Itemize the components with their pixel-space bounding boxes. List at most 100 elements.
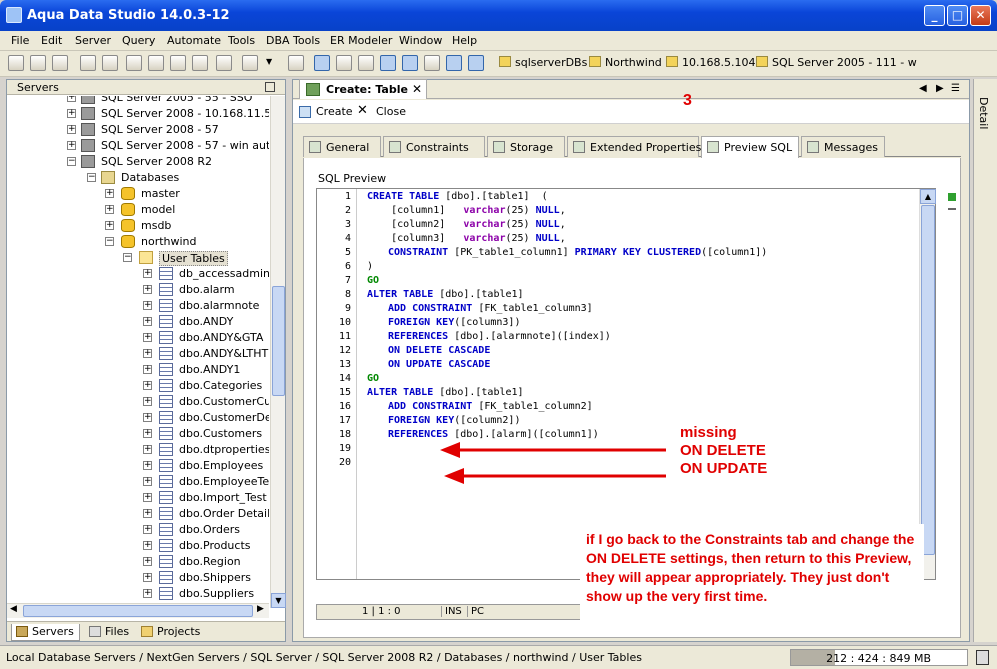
menu-help[interactable]: Help bbox=[452, 34, 477, 47]
tree-horizontal-scrollbar[interactable]: ◀ ▶ bbox=[7, 603, 269, 618]
tab-messages[interactable]: Messages bbox=[801, 136, 885, 157]
tab-prev-icon[interactable]: ◀ bbox=[919, 83, 927, 94]
scroll-down-icon[interactable]: ▼ bbox=[271, 593, 286, 608]
expand-icon[interactable]: + bbox=[143, 413, 152, 422]
tab-storage[interactable]: Storage bbox=[487, 136, 565, 157]
query-window-icon[interactable] bbox=[126, 55, 142, 71]
tab-next-icon[interactable]: ▶ bbox=[936, 83, 944, 94]
scrollbar-thumb[interactable] bbox=[272, 286, 285, 396]
minimize-button[interactable]: _ bbox=[924, 5, 945, 26]
menu-automate[interactable]: Automate bbox=[167, 34, 221, 47]
expand-icon[interactable]: + bbox=[143, 317, 152, 326]
close-button[interactable]: Close bbox=[376, 105, 406, 118]
expand-icon[interactable]: + bbox=[143, 365, 152, 374]
layout-icon[interactable] bbox=[314, 55, 330, 71]
expand-icon[interactable]: + bbox=[67, 141, 76, 150]
expand-icon[interactable]: + bbox=[143, 285, 152, 294]
sql-editor[interactable]: 1 2 3 4 5 6 7 8 9 10 11 12 13 14 15 16 1… bbox=[316, 188, 936, 580]
scroll-left-icon[interactable]: ◀ bbox=[10, 604, 17, 614]
collapse-icon[interactable]: − bbox=[123, 253, 132, 262]
expand-icon[interactable]: + bbox=[67, 125, 76, 134]
menu-er-modeler[interactable]: ER Modeler bbox=[330, 34, 392, 47]
scrollbar-thumb[interactable] bbox=[921, 205, 935, 555]
detail-sidebar[interactable]: Detail bbox=[973, 79, 997, 642]
collapse-icon[interactable]: − bbox=[105, 237, 114, 246]
menu-edit[interactable]: Edit bbox=[41, 34, 62, 47]
connection-ip[interactable]: 10.168.5.104 bbox=[666, 56, 755, 69]
expand-icon[interactable]: + bbox=[143, 589, 152, 598]
create-icon[interactable] bbox=[299, 106, 311, 118]
open-icon[interactable] bbox=[52, 55, 68, 71]
connection-sqlserverdbs[interactable]: sqlserverDBs bbox=[499, 56, 587, 69]
connection-northwind[interactable]: Northwind bbox=[589, 56, 662, 69]
collapse-icon[interactable]: − bbox=[87, 173, 96, 182]
expand-icon[interactable]: + bbox=[143, 445, 152, 454]
expand-icon[interactable]: + bbox=[105, 221, 114, 230]
expand-icon[interactable]: + bbox=[143, 477, 152, 486]
query-analyzer-icon[interactable] bbox=[148, 55, 164, 71]
create-button[interactable]: Create bbox=[316, 105, 353, 118]
expand-icon[interactable]: + bbox=[143, 349, 152, 358]
document-tab-create-table[interactable]: Create: Table ✕ bbox=[299, 79, 427, 99]
expand-icon[interactable]: + bbox=[143, 397, 152, 406]
scroll-right-icon[interactable]: ▶ bbox=[257, 604, 264, 614]
split-view-icon[interactable] bbox=[336, 55, 352, 71]
expand-icon[interactable]: + bbox=[143, 573, 152, 582]
expand-icon[interactable]: + bbox=[143, 269, 152, 278]
new-file-icon[interactable] bbox=[8, 55, 24, 71]
panel-view-icon[interactable] bbox=[358, 55, 374, 71]
restore-panel-icon[interactable] bbox=[265, 82, 275, 92]
tile-view-icon[interactable] bbox=[402, 55, 418, 71]
expand-icon[interactable]: + bbox=[67, 96, 76, 102]
tab-projects[interactable]: Projects bbox=[137, 624, 205, 641]
expand-icon[interactable]: + bbox=[67, 109, 76, 118]
print-icon[interactable] bbox=[288, 55, 304, 71]
list-view-icon[interactable] bbox=[424, 55, 440, 71]
scroll-up-icon[interactable]: ▲ bbox=[920, 189, 936, 204]
expand-icon[interactable]: + bbox=[143, 509, 152, 518]
tab-extended-properties[interactable]: Extended Properties bbox=[567, 136, 701, 157]
register-server-icon[interactable] bbox=[80, 55, 96, 71]
collapse-icon[interactable]: − bbox=[67, 157, 76, 166]
expand-icon[interactable]: + bbox=[143, 493, 152, 502]
menu-window[interactable]: Window bbox=[399, 34, 442, 47]
menu-query[interactable]: Query bbox=[122, 34, 155, 47]
tree-vertical-scrollbar[interactable]: ▼ bbox=[270, 96, 286, 608]
tab-list-icon[interactable]: ☰ bbox=[951, 83, 960, 94]
menu-file[interactable]: File bbox=[11, 34, 29, 47]
expand-icon[interactable]: + bbox=[143, 301, 152, 310]
detail-view-icon[interactable] bbox=[446, 55, 462, 71]
expand-icon[interactable]: + bbox=[143, 541, 152, 550]
expand-icon[interactable]: + bbox=[105, 205, 114, 214]
chart-view-icon[interactable] bbox=[468, 55, 484, 71]
connection-sql-server-2005[interactable]: SQL Server 2005 - 111 - w bbox=[756, 56, 917, 69]
compare-icon[interactable] bbox=[216, 55, 232, 71]
tab-preview-sql[interactable]: Preview SQL bbox=[701, 136, 799, 158]
expand-icon[interactable]: + bbox=[143, 461, 152, 470]
editor-vertical-scrollbar[interactable]: ▲ bbox=[919, 189, 936, 579]
scrollbar-thumb[interactable] bbox=[23, 605, 253, 617]
tab-general[interactable]: General bbox=[303, 136, 381, 157]
close-icon[interactable]: ✕ bbox=[357, 103, 368, 118]
tab-servers[interactable]: Servers bbox=[11, 624, 80, 641]
expand-icon[interactable]: + bbox=[143, 525, 152, 534]
new-query-icon[interactable] bbox=[30, 55, 46, 71]
menu-tools[interactable]: Tools bbox=[228, 34, 255, 47]
expand-icon[interactable]: + bbox=[105, 189, 114, 198]
trash-icon[interactable] bbox=[976, 650, 989, 665]
menu-dba-tools[interactable]: DBA Tools bbox=[266, 34, 320, 47]
schema-icon[interactable] bbox=[192, 55, 208, 71]
close-window-button[interactable]: ✕ bbox=[970, 5, 991, 26]
script-icon[interactable] bbox=[242, 55, 258, 71]
memory-indicator[interactable]: 212 : 424 : 849 MB bbox=[790, 649, 968, 666]
detail-label[interactable]: Detail bbox=[977, 97, 990, 129]
tab-files[interactable]: Files bbox=[85, 624, 134, 641]
close-tab-icon[interactable]: ✕ bbox=[412, 82, 422, 96]
dropdown-arrow-icon[interactable]: ▼ bbox=[266, 57, 272, 66]
expand-icon[interactable]: + bbox=[143, 557, 152, 566]
expand-icon[interactable]: + bbox=[143, 429, 152, 438]
tab-constraints[interactable]: Constraints bbox=[383, 136, 485, 157]
unregister-server-icon[interactable] bbox=[102, 55, 118, 71]
maximize-button[interactable]: □ bbox=[947, 5, 968, 26]
grid-view-icon[interactable] bbox=[380, 55, 396, 71]
